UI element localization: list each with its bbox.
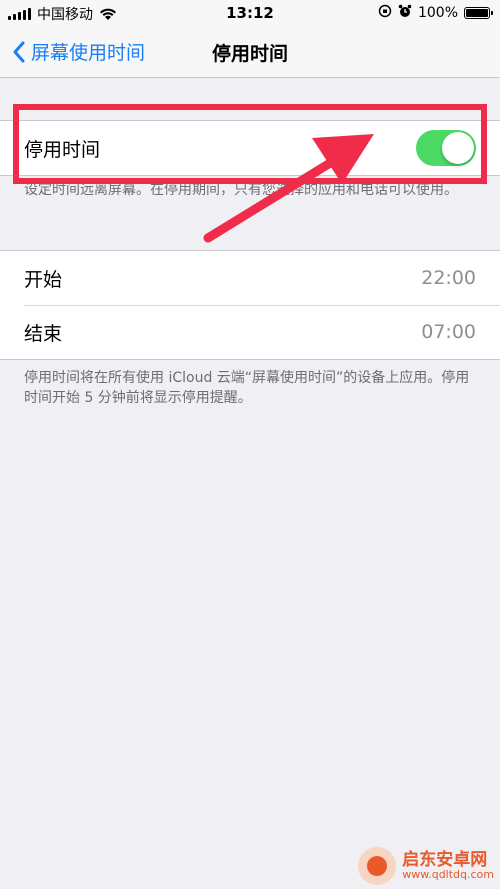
annotation-arrow-icon bbox=[203, 134, 374, 243]
watermark-url: www.qdltdq.com bbox=[402, 868, 494, 882]
end-time-row[interactable]: 结束 07:00 bbox=[0, 305, 500, 359]
watermark-logo-icon bbox=[358, 847, 397, 885]
watermark: 启东安卓网 www.qdltdq.com bbox=[358, 847, 494, 885]
downtime-footer-note: 停用时间将在所有使用 iCloud 云端“屏幕使用时间”的设备上应用。停用时间开… bbox=[24, 370, 470, 406]
end-time-value: 07:00 bbox=[421, 321, 476, 343]
watermark-name: 启东安卓网 bbox=[402, 849, 488, 870]
end-time-label: 结束 bbox=[24, 322, 63, 345]
